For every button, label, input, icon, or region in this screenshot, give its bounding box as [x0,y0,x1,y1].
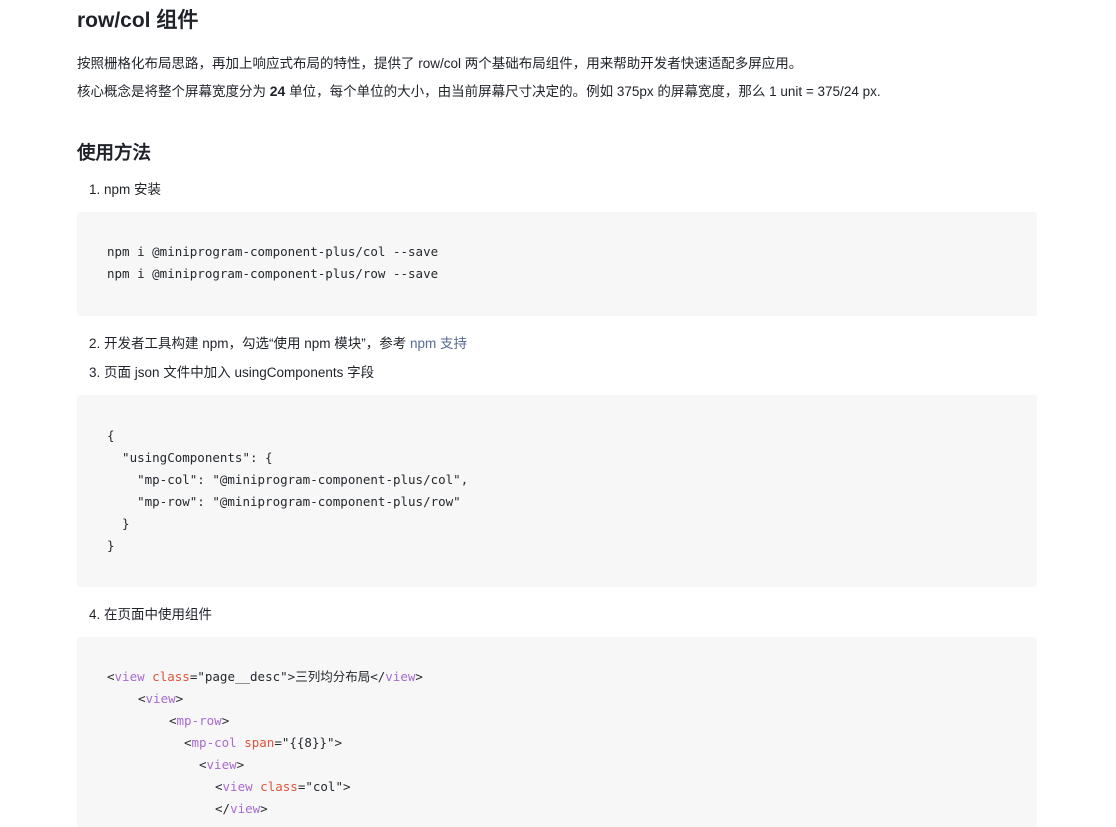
code-string: "page__desc" [197,669,288,684]
code-tag: view [114,669,145,684]
code-block-npm: npm i @miniprogram-component-plus/col --… [77,212,1037,316]
code-punct: < [199,757,207,772]
code-punct: < [215,779,223,794]
code-line: <mp-row> [169,710,229,732]
code-line: } [107,516,130,531]
code-punct: < [184,735,192,750]
code-punct: </ [215,801,231,816]
code-attr: span [244,735,275,750]
intro-paragraph-1: 按照栅格化布局思路，再加上响应式布局的特性，提供了 row/col 两个基础布局… [77,56,803,71]
code-tag: view [145,691,176,706]
code-punct: < [138,691,146,706]
code-line: "mp-col": "@miniprogram-component-plus/c… [107,472,469,487]
intro-paragraph-2: 核心概念是将整个屏幕宽度分为 24 单位，每个单位的大小，由当前屏幕尺寸决定的。… [77,80,881,100]
step-3: 3. 页面 json 文件中加入 usingComponents 字段 [89,365,375,380]
code-punct: < [107,669,115,684]
code-text: 三列均分布局 [295,669,371,684]
code-tag: mp-col [191,735,237,750]
code-tag: view [206,757,237,772]
npm-support-link[interactable]: npm 支持 [410,336,467,351]
code-line: npm i @miniprogram-component-plus/col --… [107,244,439,259]
step-2: 2. 开发者工具构建 npm，勾选“使用 npm 模块”，参考 npm 支持 [89,332,467,352]
code-string: "{{8}}" [281,735,335,750]
code-tag: view [230,801,261,816]
step-1: 1. npm 安装 [89,182,162,197]
code-punct: > [175,691,184,706]
code-line: <view class="page__desc">三列均分布局</view> [107,666,423,688]
code-line: npm i @miniprogram-component-plus/row --… [107,266,439,281]
code-line: "mp-row": "@miniprogram-component-plus/r… [107,494,461,509]
code-block-wxml: <view class="page__desc">三列均分布局</view> <… [77,637,1037,827]
code-punct: > [236,757,245,772]
code-punct: = [274,735,282,750]
code-line: } [107,538,115,553]
code-line: <view> [138,688,183,710]
code-punct: > [415,669,423,684]
code-line: <mp-col span="{{8}}"> [184,732,342,754]
page-title: row/col 组件 [77,9,199,32]
code-punct: < [169,713,177,728]
code-punct: > [334,735,343,750]
step-4: 4. 在页面中使用组件 [89,607,213,622]
intro-p2-bold: 24 [269,83,286,99]
code-tag: view [222,779,253,794]
intro-p2-before: 核心概念是将整个屏幕宽度分为 [77,84,270,99]
code-tag: mp-row [176,713,222,728]
code-string: "col" [305,779,343,794]
code-punct: > [260,801,268,816]
code-line: "usingComponents": { [107,450,273,465]
step-2-text: 2. 开发者工具构建 npm，勾选“使用 npm 模块”，参考 [89,336,411,351]
code-attr: class [152,669,190,684]
code-line: <view> [199,754,244,776]
code-line: <view class="col"> [215,776,351,798]
intro-p2-after: 单位，每个单位的大小，由当前屏幕尺寸决定的。例如 375px 的屏幕宽度，那么 … [285,84,881,99]
code-attr: class [260,779,298,794]
usage-heading: 使用方法 [77,142,152,163]
code-block-json: { "usingComponents": { "mp-col": "@minip… [77,395,1037,587]
code-tag: view [385,669,416,684]
code-line: { [107,428,115,443]
code-punct: > [342,779,351,794]
code-punct: > [221,713,230,728]
code-punct: </ [370,669,386,684]
code-line: </view> [215,798,268,820]
